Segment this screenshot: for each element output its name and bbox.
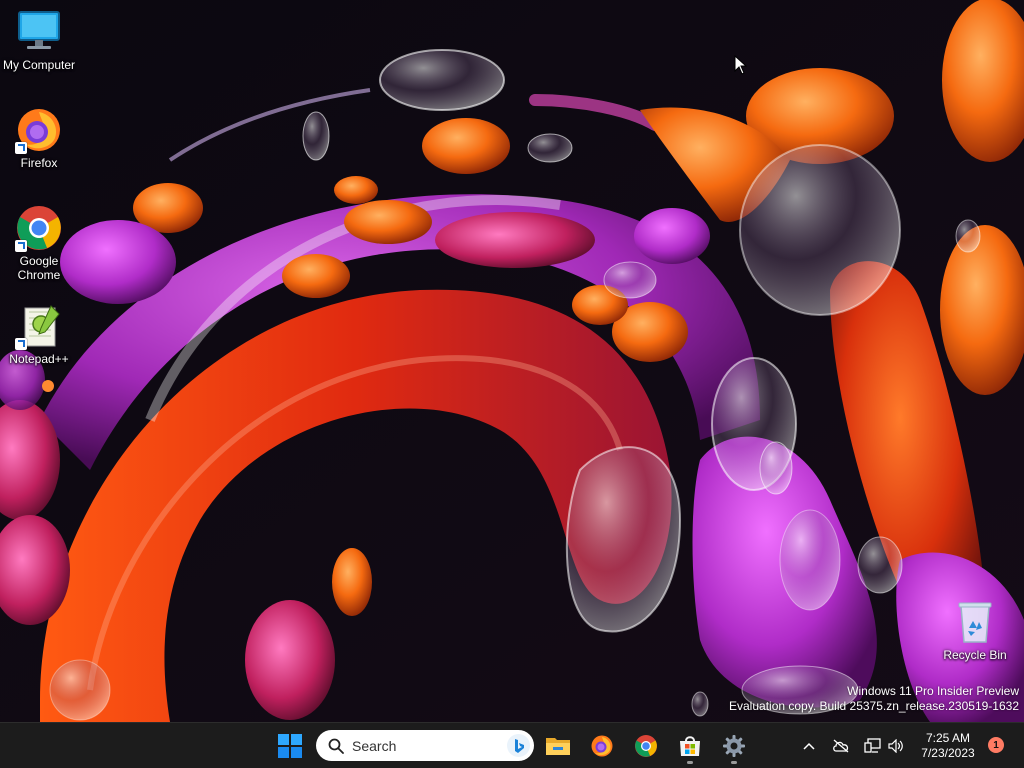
watermark-build: Evaluation copy. Build 25375.zn_release.… bbox=[729, 699, 1019, 713]
desktop-icon-notepad-plus-plus[interactable]: Notepad++ bbox=[1, 302, 77, 366]
computer-monitor-icon bbox=[15, 8, 63, 56]
desktop-icon-label: Firefox bbox=[20, 156, 58, 170]
cloud-offline-icon bbox=[833, 739, 849, 753]
search-label: Search bbox=[352, 737, 397, 754]
desktop-icon-label-line2: Chrome bbox=[17, 268, 61, 282]
running-indicator bbox=[687, 761, 693, 764]
desktop-icon-firefox[interactable]: Firefox bbox=[1, 106, 77, 170]
taskbar-settings[interactable] bbox=[715, 727, 753, 765]
microsoft-store-icon bbox=[680, 736, 700, 756]
onedrive-tray-button[interactable] bbox=[828, 727, 854, 765]
firefox-icon bbox=[15, 106, 63, 154]
desktop-icon-label: Recycle Bin bbox=[943, 648, 1007, 662]
shortcut-arrow-icon bbox=[15, 338, 27, 350]
shortcut-arrow-icon bbox=[15, 142, 27, 154]
clock-date: 7/23/2023 bbox=[921, 746, 975, 760]
chevron-up-icon bbox=[803, 742, 815, 750]
desktop-icon-recycle-bin[interactable]: Recycle Bin bbox=[937, 598, 1013, 662]
taskbar-microsoft-store[interactable] bbox=[671, 727, 709, 765]
chrome-icon bbox=[635, 735, 657, 757]
bing-icon[interactable] bbox=[507, 734, 530, 757]
desktop-icon-label: Notepad++ bbox=[9, 352, 69, 366]
shortcut-arrow-icon bbox=[15, 240, 27, 252]
desktop-icon-my-computer[interactable]: My Computer bbox=[1, 8, 77, 72]
taskbar-file-explorer[interactable] bbox=[539, 727, 577, 765]
search-icon bbox=[328, 738, 344, 754]
firefox-icon bbox=[591, 735, 613, 757]
notepad-plus-plus-icon bbox=[15, 302, 63, 350]
taskbar: Search 7:25 AM 7/23/2023 1 bbox=[0, 722, 1024, 768]
network-icon bbox=[864, 738, 881, 753]
clock-time: 7:25 AM bbox=[925, 731, 971, 745]
taskbar-firefox[interactable] bbox=[583, 727, 621, 765]
notification-badge[interactable]: 1 bbox=[988, 737, 1004, 753]
taskbar-chrome[interactable] bbox=[627, 727, 665, 765]
windows-logo-icon bbox=[278, 734, 302, 758]
volume-icon bbox=[888, 739, 903, 753]
desktop-icon-google-chrome[interactable]: Google Chrome bbox=[1, 204, 77, 282]
desktop-icon-label: My Computer bbox=[2, 58, 76, 72]
watermark-edition: Windows 11 Pro Insider Preview bbox=[847, 684, 1019, 698]
show-hidden-icons-button[interactable] bbox=[796, 727, 822, 765]
recycle-bin-icon bbox=[951, 598, 999, 646]
desktop-wallpaper bbox=[0, 0, 1024, 722]
mouse-cursor-icon bbox=[734, 55, 748, 75]
file-explorer-icon bbox=[546, 738, 570, 755]
network-tray-button[interactable] bbox=[860, 727, 886, 765]
taskbar-search-box[interactable]: Search bbox=[316, 730, 534, 761]
start-button[interactable] bbox=[271, 727, 309, 765]
build-watermark: Windows 11 Pro Insider Preview Evaluatio… bbox=[729, 684, 1019, 714]
clock-button[interactable]: 7:25 AM 7/23/2023 bbox=[916, 727, 980, 765]
running-indicator bbox=[731, 761, 737, 764]
desktop-icon-label-line1: Google bbox=[19, 254, 59, 268]
settings-icon bbox=[723, 735, 745, 757]
chrome-icon bbox=[15, 204, 63, 252]
volume-tray-button[interactable] bbox=[884, 727, 908, 765]
